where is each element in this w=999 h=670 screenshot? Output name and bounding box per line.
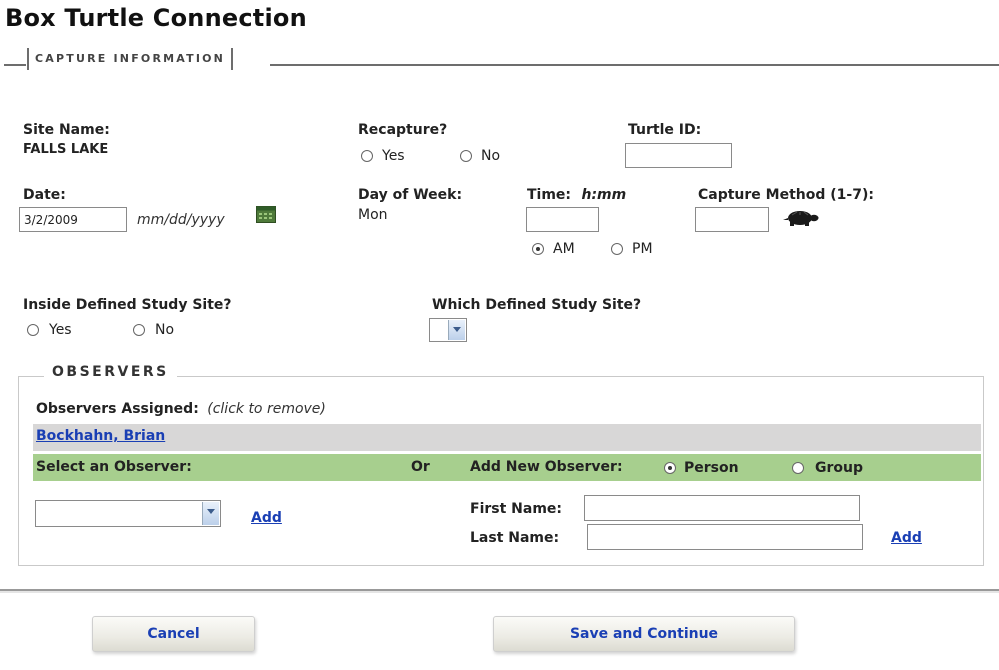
footer-divider-shadow: [0, 591, 999, 593]
chevron-down-icon[interactable]: [202, 502, 219, 525]
observers-assigned-heading: Observers Assigned: (click to remove): [36, 401, 326, 417]
observer-group-option[interactable]: Group: [792, 460, 863, 476]
observer-group-radio[interactable]: [792, 462, 804, 474]
time-pm-label: PM: [632, 241, 653, 257]
date-label: Date:: [23, 187, 66, 203]
date-format-hint: mm/dd/yyyy: [137, 212, 225, 228]
chevron-down-icon[interactable]: [448, 320, 465, 340]
day-of-week-value: Mon: [358, 207, 388, 223]
last-name-input[interactable]: [587, 524, 863, 550]
save-and-continue-button[interactable]: Save and Continue: [493, 616, 795, 652]
first-name-input[interactable]: [584, 495, 860, 521]
observer-person-label: Person: [684, 460, 739, 476]
turtle-icon[interactable]: [781, 209, 821, 227]
capture-method-input[interactable]: [695, 207, 769, 232]
time-label: Time:: [527, 187, 572, 203]
cancel-button[interactable]: Cancel: [92, 616, 255, 652]
time-heading: Time: h:mm: [527, 187, 626, 203]
last-name-label: Last Name:: [470, 530, 560, 546]
recapture-label: Recapture?: [358, 122, 448, 138]
select-observer-label: Select an Observer:: [36, 459, 192, 475]
observers-assigned-hint: (click to remove): [207, 401, 326, 417]
add-new-observer-label: Add New Observer:: [470, 459, 623, 475]
site-name-label: Site Name:: [23, 122, 110, 138]
or-label: Or: [411, 459, 430, 475]
assigned-observers-bar: [33, 424, 981, 451]
turtle-id-input[interactable]: [625, 143, 732, 168]
date-input[interactable]: [19, 207, 127, 232]
recapture-no-radio[interactable]: [460, 150, 472, 162]
recapture-no-label: No: [481, 148, 501, 164]
inside-site-no-option[interactable]: No: [133, 322, 174, 338]
time-pm-option[interactable]: PM: [611, 241, 653, 257]
recapture-yes-radio[interactable]: [361, 150, 373, 162]
observers-legend: OBSERVERS: [44, 364, 177, 380]
which-site-label: Which Defined Study Site?: [432, 297, 642, 313]
site-name-value: FALLS LAKE: [23, 142, 109, 157]
section-rule-left: [4, 64, 26, 66]
inside-site-yes-option[interactable]: Yes: [27, 322, 72, 338]
first-name-label: First Name:: [470, 501, 563, 517]
observer-group-label: Group: [815, 460, 864, 476]
calendar-icon[interactable]: [256, 206, 276, 223]
section-tab: CAPTURE INFORMATION: [27, 48, 234, 70]
add-new-observer-link[interactable]: Add: [891, 530, 922, 546]
add-observer-link[interactable]: Add: [251, 510, 282, 526]
section-rule-right: [270, 64, 999, 66]
which-site-select[interactable]: [429, 318, 467, 342]
observer-person-option[interactable]: Person: [664, 460, 739, 476]
page-title: Box Turtle Connection: [5, 4, 307, 32]
turtle-id-label: Turtle ID:: [628, 122, 702, 138]
inside-site-label: Inside Defined Study Site?: [23, 297, 232, 313]
inside-site-yes-radio[interactable]: [27, 324, 39, 336]
recapture-yes-label: Yes: [382, 148, 405, 164]
assigned-observer-link[interactable]: Bockhahn, Brian: [36, 428, 165, 444]
time-input[interactable]: [526, 207, 599, 232]
time-am-option[interactable]: AM: [532, 241, 575, 257]
time-am-radio[interactable]: [532, 243, 544, 255]
section-legend: CAPTURE INFORMATION: [35, 52, 226, 65]
time-am-label: AM: [553, 241, 575, 257]
inside-site-yes-label: Yes: [49, 322, 72, 338]
observer-select[interactable]: [35, 500, 221, 527]
recapture-no-option[interactable]: No: [460, 148, 500, 164]
time-pm-radio[interactable]: [611, 243, 623, 255]
inside-site-no-radio[interactable]: [133, 324, 145, 336]
inside-site-no-label: No: [155, 322, 175, 338]
recapture-yes-option[interactable]: Yes: [361, 148, 405, 164]
observer-person-radio[interactable]: [664, 462, 676, 474]
capture-method-label: Capture Method (1-7):: [698, 187, 874, 203]
observers-assigned-label: Observers Assigned:: [36, 401, 199, 417]
time-format-hint: h:mm: [581, 187, 627, 203]
day-of-week-label: Day of Week:: [358, 187, 463, 203]
